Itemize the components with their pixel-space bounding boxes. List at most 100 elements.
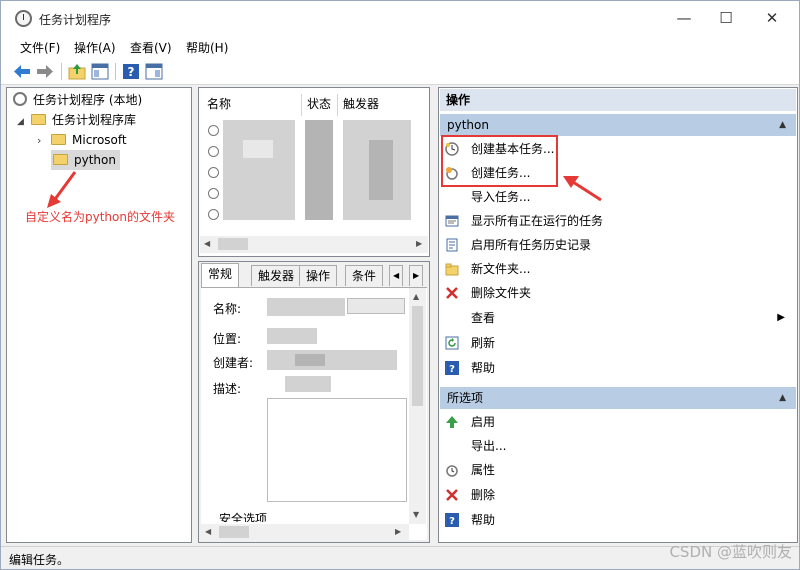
horizontal-scrollbar[interactable]: ◀ ▶ — [200, 236, 428, 253]
svg-text:?: ? — [449, 364, 455, 375]
scroll-down-icon[interactable]: ▼ — [413, 510, 419, 519]
tab-scroll-right-icon[interactable]: ▶ — [409, 265, 424, 286]
chevron-right-icon[interactable]: › — [37, 131, 51, 151]
title-bar: 任务计划程序 — ☐ ✕ — [1, 1, 799, 36]
action-label: 启用 — [471, 415, 496, 429]
actions-pane: 操作 python ▲ 创建基本任务... 创建任务... 导入任务... 显示… — [438, 87, 798, 543]
actions-pane-header: 操作 — [440, 89, 796, 111]
column-header-name[interactable]: 名称 — [207, 94, 231, 114]
minimize-button[interactable]: — — [661, 1, 707, 36]
folder-icon — [51, 134, 66, 145]
show-hide-tree-icon[interactable] — [91, 63, 109, 80]
action-label: 刷新 — [471, 336, 496, 350]
tree-item-root[interactable]: 任务计划程序 (本地) — [13, 90, 142, 110]
running-tasks-icon — [445, 215, 459, 227]
menu-help[interactable]: 帮助(H) — [186, 39, 228, 56]
properties-clock-icon — [446, 465, 458, 477]
show-hide-action-pane-icon[interactable] — [145, 63, 163, 80]
scroll-thumb[interactable] — [412, 306, 423, 406]
folder-up-icon[interactable] — [68, 63, 86, 80]
tree-item-microsoft[interactable]: › Microsoft — [37, 130, 127, 150]
task-clock-icon — [208, 209, 219, 220]
action-label: 启用所有任务历史记录 — [471, 238, 592, 252]
new-folder-icon — [445, 263, 459, 276]
blurred-description-value — [285, 376, 331, 392]
tree-item-library[interactable]: ◢ 任务计划程序库 — [17, 110, 136, 130]
section-header-selected[interactable]: 所选项 ▲ — [440, 387, 796, 409]
column-divider — [301, 94, 302, 116]
vertical-scrollbar[interactable]: ▲ ▼ — [409, 288, 426, 524]
annotation-label: 自定义名为python的文件夹 — [25, 210, 175, 224]
task-list: 名称 状态 触发器 ◀ ▶ — [198, 87, 430, 257]
blurred-name-value — [267, 298, 345, 316]
tree-item-python[interactable]: python — [51, 150, 120, 170]
tab-scroll-left-icon[interactable]: ◀ — [389, 265, 404, 286]
collapse-icon[interactable]: ▲ — [779, 387, 786, 409]
blurred-task-status — [305, 120, 333, 220]
help-icon[interactable]: ? — [122, 63, 140, 80]
refresh-icon — [445, 336, 459, 350]
task-detail-panel: 常规 触发器 操作 条件 ◀ ▶ 名称: 位置: 创建者: 描述: ▲ ▼ 安全… — [198, 261, 430, 543]
tree-item-label: 任务计划程序库 — [52, 113, 137, 127]
column-header-status[interactable]: 状态 — [307, 94, 331, 114]
description-textarea[interactable] — [267, 398, 407, 502]
blurred-author-value — [267, 350, 397, 370]
toolbar: ? — [1, 58, 799, 85]
scroll-left-icon[interactable]: ◀ — [204, 239, 210, 248]
menu-view[interactable]: 查看(V) — [130, 39, 172, 56]
action-label: 属性 — [471, 463, 496, 477]
annotation-arrow — [563, 176, 602, 202]
tab-general[interactable]: 常规 — [201, 263, 240, 287]
action-label: 显示所有正在运行的任务 — [471, 214, 604, 228]
back-arrow-icon[interactable] — [13, 63, 31, 80]
column-header-trigger[interactable]: 触发器 — [343, 94, 379, 114]
help-icon: ? — [445, 513, 459, 527]
column-divider — [337, 94, 338, 116]
scroll-thumb[interactable] — [218, 238, 248, 250]
tab-triggers[interactable]: 触发器 — [251, 265, 302, 286]
action-label: 查看 — [471, 311, 496, 325]
blurred-author-value — [295, 354, 325, 366]
status-text: 编辑任务。 — [9, 553, 70, 567]
forward-arrow-icon[interactable] — [36, 63, 54, 80]
tree-item-label: python — [74, 153, 116, 167]
label-location: 位置: — [213, 332, 242, 346]
scroll-right-icon[interactable]: ▶ — [416, 239, 422, 248]
menu-bar: 文件(F) 操作(A) 查看(V) 帮助(H) — [1, 36, 799, 58]
action-view[interactable]: 查看 ▶ — [445, 307, 785, 329]
action-label: 删除 — [471, 488, 496, 502]
toolbar-separator — [61, 63, 62, 80]
clock-icon — [15, 10, 32, 27]
blurred-task-triggers — [369, 140, 393, 200]
task-scheduler-window: 任务计划程序 — ☐ ✕ 文件(F) 操作(A) 查看(V) 帮助(H) ? 任… — [0, 0, 800, 570]
navigation-tree: 任务计划程序 (本地) ◢ 任务计划程序库 › Microsoft python 自… — [6, 87, 192, 543]
scroll-right-icon[interactable]: ▶ — [395, 527, 401, 536]
horizontal-scrollbar[interactable]: ◀ ▶ — [201, 524, 409, 541]
section-title: python — [447, 118, 489, 132]
chevron-down-icon[interactable]: ◢ — [17, 112, 31, 132]
scroll-left-icon[interactable]: ◀ — [205, 527, 211, 536]
tab-actions[interactable]: 操作 — [299, 265, 338, 286]
scroll-thumb[interactable] — [219, 526, 249, 538]
history-icon — [446, 238, 458, 252]
action-label: 删除文件夹 — [471, 286, 532, 300]
security-options-label: 安全选项 — [219, 512, 268, 522]
collapse-icon[interactable]: ▲ — [779, 114, 786, 136]
svg-text:?: ? — [449, 516, 455, 527]
menu-action[interactable]: 操作(A) — [74, 39, 116, 56]
menu-file[interactable]: 文件(F) — [20, 39, 60, 56]
close-button[interactable]: ✕ — [749, 1, 795, 36]
scroll-up-icon[interactable]: ▲ — [413, 292, 419, 301]
action-label: 新文件夹... — [471, 262, 531, 276]
toolbar-separator — [115, 63, 116, 80]
label-author: 创建者: — [213, 356, 254, 370]
action-label: 帮助 — [471, 513, 496, 527]
watermark: CSDN @蓝吹则友 — [669, 543, 792, 561]
task-clock-icon — [208, 167, 219, 178]
section-header-python[interactable]: python ▲ — [440, 114, 796, 136]
maximize-button[interactable]: ☐ — [703, 1, 749, 36]
folder-icon — [31, 114, 46, 125]
tab-conditions[interactable]: 条件 — [345, 265, 384, 286]
task-clock-icon — [208, 125, 219, 136]
name-field[interactable] — [347, 298, 405, 314]
